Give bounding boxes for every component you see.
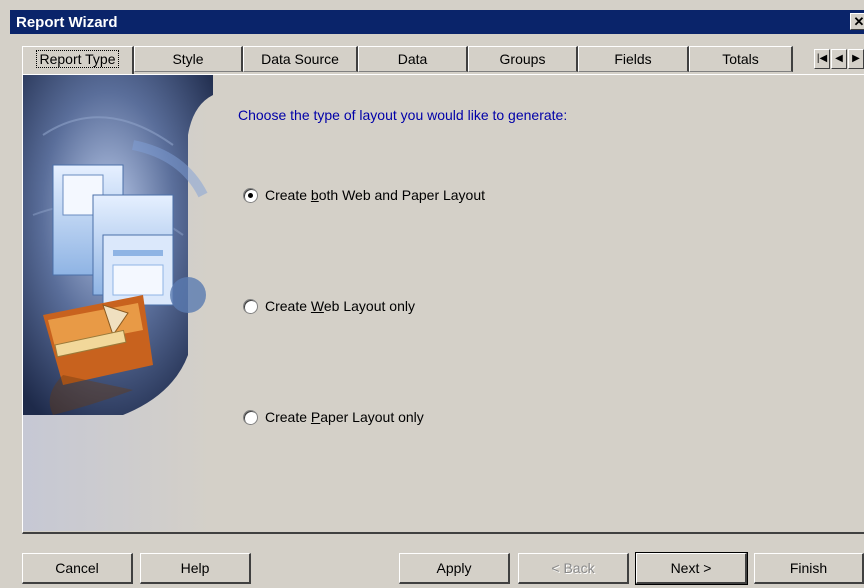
title-bar[interactable]: Report Wizard ✕ xyxy=(10,10,864,34)
apply-button[interactable]: Apply xyxy=(399,553,510,584)
prev-tab-icon[interactable]: ◀ xyxy=(831,49,847,69)
radio-web-label[interactable]: Create Web Layout only xyxy=(265,298,415,314)
radio-selected-dot xyxy=(248,193,253,198)
radio-both-label[interactable]: Create both Web and Paper Layout xyxy=(265,187,485,203)
next-tab-icon[interactable]: ▶ xyxy=(848,49,864,69)
tab-data[interactable]: Data xyxy=(358,46,468,72)
report-wizard-window: Report Wizard ✕ Report Type Style Data S… xyxy=(0,0,864,588)
tab-scroll-controls: |◀◀▶▶| xyxy=(814,48,864,70)
radio-paper-indicator[interactable] xyxy=(243,410,258,425)
tab-groups[interactable]: Groups xyxy=(468,46,578,72)
tab-report-type[interactable]: Report Type xyxy=(22,46,134,74)
tab-data-source[interactable]: Data Source xyxy=(243,46,358,72)
radio-paper-label[interactable]: Create Paper Layout only xyxy=(265,409,424,425)
close-icon[interactable]: ✕ xyxy=(850,13,864,30)
radio-both-indicator[interactable] xyxy=(243,188,258,203)
window-title: Report Wizard xyxy=(16,14,118,31)
cancel-button[interactable]: Cancel xyxy=(22,553,133,584)
help-button[interactable]: Help xyxy=(140,553,251,584)
wizard-illustration xyxy=(23,75,213,531)
layout-prompt: Choose the type of layout you would like… xyxy=(238,107,568,123)
first-tab-icon[interactable]: |◀ xyxy=(814,49,830,69)
radio-web-indicator[interactable] xyxy=(243,299,258,314)
tab-totals[interactable]: Totals xyxy=(689,46,793,72)
tab-strip: Report Type Style Data Source Data Group… xyxy=(22,46,864,74)
finish-button[interactable]: Finish xyxy=(754,553,864,584)
tab-fields[interactable]: Fields xyxy=(578,46,689,72)
back-button[interactable]: < Back xyxy=(518,553,629,584)
tab-style[interactable]: Style xyxy=(134,46,243,72)
next-button[interactable]: Next > xyxy=(635,552,748,585)
tab-panel: Choose the type of layout you would like… xyxy=(22,74,864,534)
